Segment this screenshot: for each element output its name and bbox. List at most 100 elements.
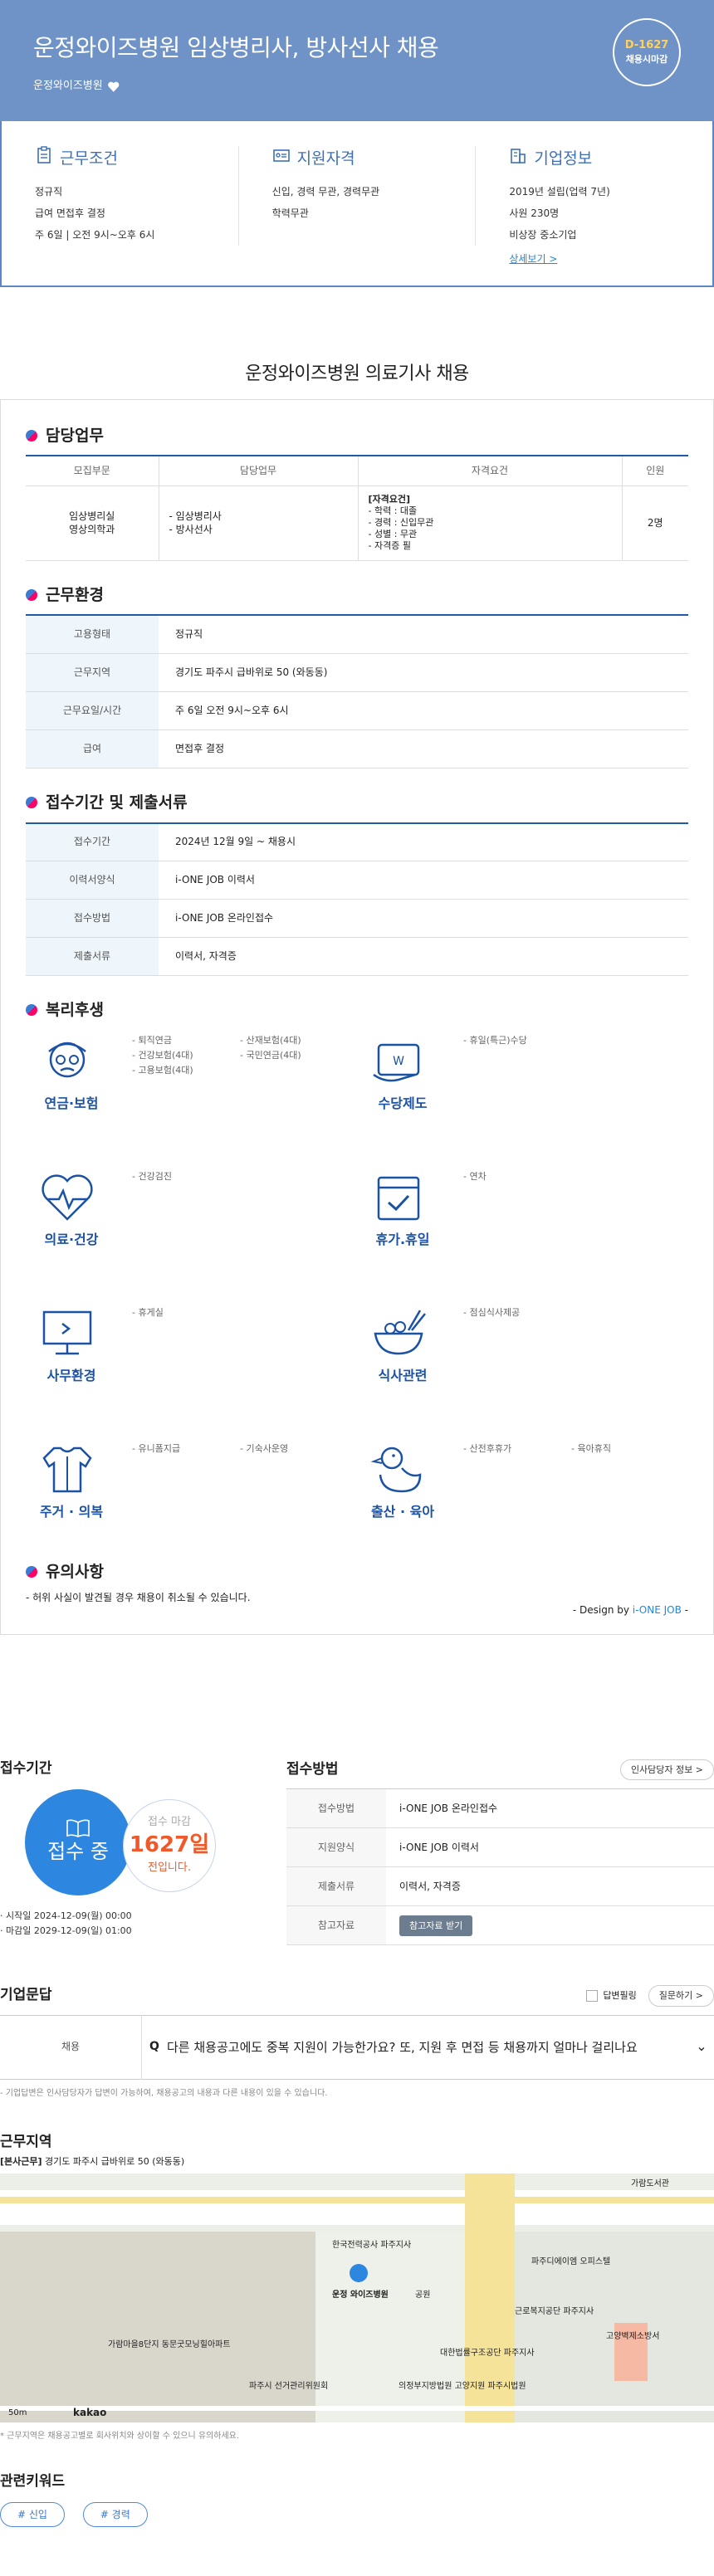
ask-question-button[interactable]: 질문하기 >: [648, 1985, 714, 2007]
method-title: 접수방법: [286, 1760, 339, 1778]
table-row: 근무지역 경기도 파주시 급바위로 50 (와동동): [26, 653, 688, 692]
map-label: 가람도서관: [631, 2178, 669, 2188]
benefit-list: - 휴일(특근)수당: [463, 1034, 527, 1046]
apply-table: 접수기간 2024년 12월 9일 ~ 채용시 이력서양식 i-ONE JOB 이력…: [26, 822, 688, 977]
dept-cell: 임상병리실 영상의학과: [26, 485, 159, 561]
map-label: 대한법률구조공단 파주지사: [440, 2348, 535, 2358]
table-row: 접수기간 2024년 12월 9일 ~ 채용시: [26, 822, 688, 862]
company-detail-link[interactable]: 상세보기 >: [509, 252, 557, 266]
health-icon: [42, 1174, 93, 1221]
section-dot-icon: [26, 589, 37, 602]
benefit-item: 의료·건강 - 건강검진: [26, 1169, 357, 1272]
map-label: 의정부지방법원 고양지원 파주시법원: [399, 2381, 526, 2391]
building-icon: [509, 146, 527, 171]
qna-category: 채용: [61, 2041, 81, 2053]
period-dates: · 시작일 2024-12-09(월) 00:00 · 마감일 2029-12-…: [0, 1909, 286, 1939]
qna-q-mark: Q: [149, 2039, 159, 2053]
col-header: 담당업무: [159, 456, 359, 486]
benefit-list: - 휴게실: [132, 1306, 164, 1318]
benefit-name: 사무환경: [46, 1367, 96, 1383]
table-row: 접수방법 i-ONE JOB 온라인접수: [26, 899, 688, 939]
meal-icon: [374, 1310, 426, 1354]
benefit-item: 사무환경 - 휴게실: [26, 1305, 357, 1408]
heart-icon[interactable]: [108, 81, 120, 92]
benefit-item: 주거 · 의복 - 유니폼지급 - 기숙사운영: [26, 1442, 357, 1544]
qualification-line: 신입, 경력 무관, 경력무관: [271, 185, 380, 198]
qualification-heading: 지원자격: [272, 146, 443, 171]
env-heading: 근무환경: [26, 584, 688, 607]
section-dot-icon: [26, 430, 37, 442]
conditions-heading: 근무조건: [35, 146, 205, 171]
location-address: [본사근무] 경기도 파주시 급바위로 50 (와동동): [0, 2156, 185, 2168]
conditions-line: 정규직: [35, 185, 63, 198]
clothing-icon: [42, 1447, 92, 1492]
count-cell: 2명: [622, 485, 688, 561]
benefit-list: - 유니폼지급 - 기숙사운영: [132, 1442, 289, 1454]
benefit-name: 식사관련: [378, 1367, 428, 1383]
caution-heading: 유의사항: [26, 1561, 688, 1583]
job-title: 운정와이즈병원 임상병리사, 방사선사 채용: [33, 34, 439, 61]
map-label: 근로복지공단 파주지사: [515, 2306, 594, 2316]
keyword-section: 관련키워드 # 신입 # 경력: [0, 2472, 714, 2528]
benefit-name: 수당제도: [378, 1095, 428, 1111]
company-heading: 기업정보: [509, 146, 679, 171]
chevron-down-icon[interactable]: ⌄: [689, 2037, 714, 2056]
section-dot-icon: [26, 797, 37, 809]
job-header: 운정와이즈병원 임상병리사, 방사선사 채용 운정와이즈병원 D-1627 채용…: [0, 0, 714, 121]
svg-text:W: W: [393, 1055, 404, 1068]
benefit-name: 의료·건강: [44, 1231, 99, 1247]
location-note: * 근무지역은 채용공고별로 회사위치와 상이할 수 있으니 유의하세요.: [0, 2431, 240, 2441]
company-line: 2019년 설립(업력 7년): [509, 185, 610, 198]
company-line: 사원 230명: [509, 207, 560, 219]
id-card-icon: [272, 146, 291, 171]
company-name-row: 운정와이즈병원: [33, 79, 681, 94]
period-method-section: 접수기간 접수 중 접수 마감 1627일 전입니다. · 시작일 2024-1…: [0, 1759, 714, 1946]
book-icon: [66, 1819, 90, 1837]
section-dot-icon: [26, 1004, 37, 1017]
duck-icon: [370, 1447, 422, 1492]
filter-checkbox[interactable]: [586, 1989, 599, 2002]
qna-item[interactable]: 채용 Q 다른 채용공고에도 중복 지원이 가능한가요? 또, 지원 후 면접 …: [0, 2014, 714, 2080]
benefit-list: - 건강검진: [132, 1170, 172, 1182]
map-scale: 50m: [8, 2408, 27, 2417]
duties-table: 모집부문 담당업무 자격요건 인원 임상병리실 영상의학과 - 임상병리사 - 방사…: [26, 455, 688, 561]
benefit-list: - 퇴직연금 - 산재보험(4대) - 건강보험(4대) - 국민연금(4대) - 고용…: [132, 1034, 301, 1076]
section-dot-icon: [26, 1565, 37, 1578]
benefit-name: 출산 · 육아: [370, 1503, 435, 1520]
req-cell: [자격요건] - 학력 : 대졸 - 경력 : 신입무관 - 성별 : 무관 - 자격증…: [358, 485, 623, 561]
qna-section: 기업문답 답변필링 질문하기 > 채용 Q 다른 채용공고에도 중복 지원이 가…: [0, 1985, 714, 2099]
dday-status: 채용시마감: [625, 54, 668, 66]
duties-heading: 담당업무: [26, 425, 688, 447]
period-block: 접수기간 접수 중 접수 마감 1627일 전입니다. · 시작일 2024-1…: [0, 1759, 286, 1945]
qna-title: 기업문답: [0, 1987, 52, 2004]
answer-filter[interactable]: 답변필링: [586, 1989, 637, 2002]
benefit-list: - 연차: [463, 1170, 487, 1182]
map-label: 파주시 선거관리위원회: [249, 2381, 329, 2391]
map-label: 가람마을8단지 동문굿모닝힐아파트: [108, 2339, 231, 2349]
kakao-logo: kakao: [73, 2406, 107, 2418]
table-row: 고용형태 정규직: [26, 615, 688, 654]
end-date: · 마감일 2029-12-09(일) 01:00: [0, 1925, 132, 1936]
monitor-icon: [42, 1310, 92, 1354]
map-label: 고양벽제소방서: [606, 2331, 660, 2341]
benefit-name: 휴가.휴일: [375, 1231, 430, 1247]
method-table: 접수방법 i-ONE JOB 온라인접수 지원양식 i-ONE JOB 이력서 제출…: [286, 1788, 714, 1946]
qna-question: 다른 채용공고에도 중복 지원이 가능한가요? 또, 지원 후 면접 등 채용까…: [167, 2039, 638, 2055]
download-reference-button[interactable]: 참고자료 받기: [399, 1915, 473, 1936]
dday-count: D-1627: [624, 39, 669, 52]
dday-badge: D-1627 채용시마감: [613, 18, 681, 86]
table-row: 근무요일/시간 주 6일 오전 9시~오후 6시: [26, 691, 688, 730]
location-title: 근무지역: [0, 2133, 52, 2150]
status-text: 접수 중: [47, 1839, 109, 1863]
deadline-label: 접수 마감: [148, 1816, 191, 1829]
map-label: 한국전력공사 파주지사: [332, 2240, 412, 2250]
benefits-heading: 복리후생: [26, 999, 688, 1022]
keyword-title: 관련키워드: [0, 2472, 66, 2490]
table-row: 제출서류 이력서, 자격증: [286, 1866, 714, 1907]
keyword-tag[interactable]: # 신입: [0, 2501, 65, 2528]
summary-qualification: 지원자격 신입, 경력 무관, 경력무관 학력무관: [239, 146, 477, 246]
location-map[interactable]: 한국전력공사 파주지사 운정 와이즈병원 파주디에이엠 오피스텔 가람마을8단지…: [0, 2173, 714, 2422]
company-name[interactable]: 운정와이즈병원: [33, 79, 103, 94]
hr-contact-button[interactable]: 인사담당자 정보 >: [619, 1759, 714, 1781]
keyword-tag[interactable]: # 경력: [82, 2501, 148, 2528]
